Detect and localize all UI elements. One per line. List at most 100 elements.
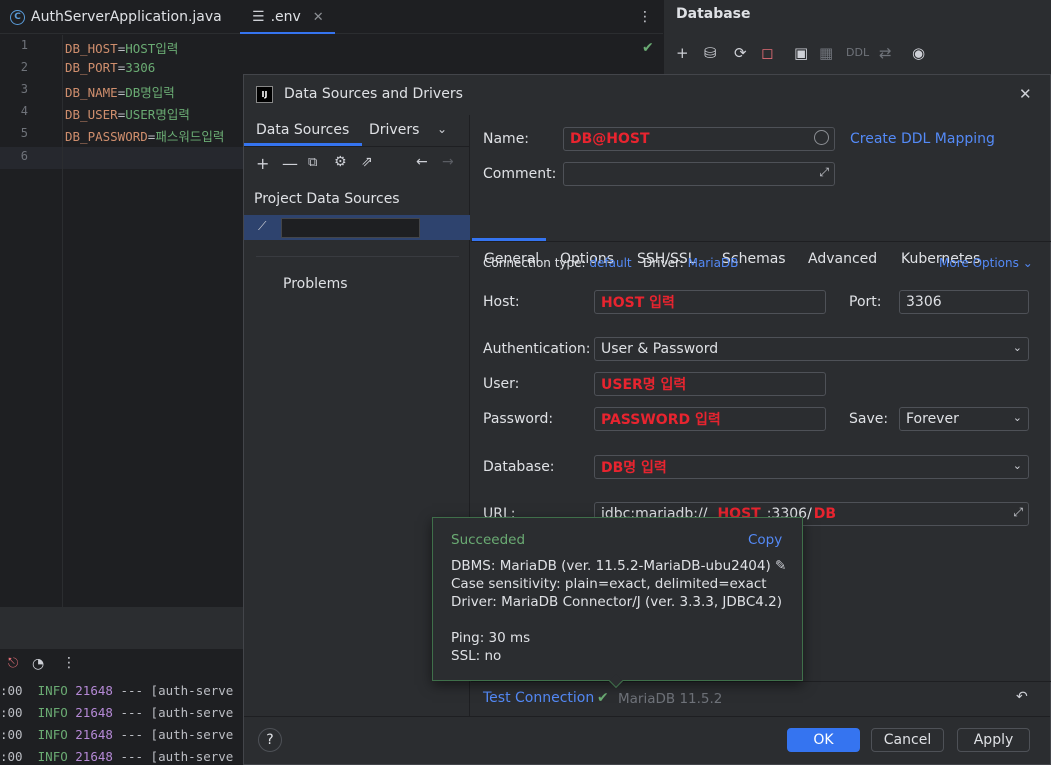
file-lines-icon: ☰ (252, 9, 265, 25)
data-source-name-input[interactable] (281, 218, 420, 238)
database-icon[interactable]: ⛁ (704, 44, 717, 62)
name-label: Name: (483, 131, 530, 147)
code-line: DB_NAME=DB명입력 (65, 85, 175, 100)
selected-data-source[interactable]: ⟋ (244, 215, 470, 240)
run-log: :00 INFO 21648 --- [auth-serve :00 INFO … (0, 683, 243, 765)
status-text: Succeeded (451, 532, 526, 548)
code-line: DB_USER=USER명입력 (65, 107, 190, 122)
test-result: MariaDB 11.5.2 (618, 691, 723, 707)
connection-type: Connection type: default (483, 256, 632, 270)
divider (244, 146, 470, 147)
code-line: DB_PORT=3306 (65, 60, 156, 75)
name-field[interactable]: DB@HOST (563, 127, 835, 151)
exit-icon[interactable]: ⎋ (8, 656, 18, 671)
check-icon: ✔ (597, 690, 609, 706)
tab-data-sources[interactable]: Data Sources (256, 122, 349, 138)
password-field[interactable]: PASSWORD 입력 (594, 407, 826, 431)
tab-label: AuthServerApplication.java (31, 9, 222, 25)
comment-field[interactable]: ⤢ (563, 162, 835, 186)
arrow-right-icon[interactable]: → (442, 154, 454, 170)
save-label: Save: (849, 411, 889, 427)
tab-env[interactable]: ☰ .env ✕ (252, 0, 324, 34)
user-field[interactable]: USER명 입력 (594, 372, 826, 396)
pencil-icon[interactable]: ✎ (771, 558, 786, 574)
check-icon: ✔ (642, 40, 654, 56)
driver-line: Driver: MariaDB Connector/J (ver. 3.3.3,… (451, 594, 782, 610)
line-number: 3 (20, 82, 28, 96)
more-icon[interactable]: ⋮ (638, 0, 652, 34)
class-icon: C (10, 9, 25, 25)
database-panel: Database + ⛁ ⟳ ◻ ▣ ▦ DDL ⇄ ◉ (664, 0, 1051, 75)
cancel-button[interactable]: Cancel (871, 728, 944, 752)
editor-tab-bar: C AuthServerApplication.java ☰ .env ✕ ⋮ (0, 0, 663, 34)
host-field[interactable]: HOST 입력 (594, 290, 826, 314)
connection-success-popup: Succeeded Copy DBMS: MariaDB (ver. 11.5.… (432, 517, 803, 689)
case-sensitivity-line: Case sensitivity: plain=exact, delimited… (451, 576, 767, 592)
expand-icon[interactable]: ⤢ (819, 165, 829, 180)
chevron-down-icon[interactable]: ⌄ (437, 122, 447, 136)
arrow-left-icon[interactable]: ← (416, 154, 428, 170)
more-options-link[interactable]: More Options ⌄ (939, 256, 1033, 270)
duplicate-icon[interactable]: ⧉ (308, 155, 317, 170)
code-line: DB_PASSWORD=패스워드입력 (65, 129, 225, 144)
line-number: 2 (20, 60, 28, 74)
eye-icon[interactable]: ◉ (912, 44, 925, 62)
mariadb-icon: ⟋ (258, 219, 267, 233)
line-number: 4 (20, 104, 28, 118)
add-icon[interactable]: + (256, 154, 269, 173)
run-panel-header (0, 607, 243, 649)
close-icon[interactable]: ✕ (1019, 85, 1032, 103)
gauge-icon[interactable]: ◔ (32, 656, 44, 672)
stop-icon[interactable]: ◻ (761, 44, 773, 62)
jump-icon[interactable]: ⇄ (879, 44, 892, 62)
ok-button[interactable]: OK (787, 728, 860, 752)
database-field[interactable]: DB명 입력 ⌄ (594, 455, 1029, 479)
tab-auth-server-application[interactable]: C AuthServerApplication.java (10, 0, 222, 34)
panel-title: Database (676, 6, 751, 22)
log-line: :00 INFO 21648 --- [auth-serve (0, 749, 234, 764)
divider (256, 256, 459, 257)
chevron-down-icon: ⌄ (1012, 411, 1022, 424)
dialog-title-bar: IJ Data Sources and Drivers ✕ (244, 75, 1050, 115)
port-field[interactable]: 3306 (899, 290, 1029, 314)
gear-icon[interactable]: ⚙ (334, 154, 347, 170)
authentication-select[interactable]: User & Password ⌄ (594, 337, 1029, 361)
refresh-icon[interactable]: ⟳ (734, 44, 747, 62)
open-external-icon[interactable]: ⇗ (361, 154, 373, 170)
driver-link[interactable]: MariaDB (688, 256, 739, 270)
tab-label: .env (270, 9, 301, 25)
table-icon[interactable]: ▦ (819, 44, 833, 62)
tab-drivers[interactable]: Drivers (369, 122, 419, 138)
tab-advanced[interactable]: Advanced (808, 251, 877, 267)
close-tab-icon[interactable]: ✕ (313, 10, 324, 25)
help-button[interactable]: ? (258, 728, 282, 752)
console-icon[interactable]: ▣ (794, 44, 808, 62)
create-ddl-mapping-link[interactable]: Create DDL Mapping (850, 131, 995, 147)
authentication-label: Authentication: (483, 341, 591, 357)
ping-line: Ping: 30 ms (451, 630, 531, 646)
color-picker-icon[interactable] (814, 130, 829, 145)
active-tab-indicator (240, 32, 335, 34)
undo-icon[interactable]: ↶ (1016, 689, 1028, 705)
dialog-title: Data Sources and Drivers (284, 86, 463, 102)
remove-icon[interactable]: — (282, 154, 298, 173)
add-icon[interactable]: + (676, 44, 689, 62)
comment-label: Comment: (483, 166, 557, 182)
line-number: 1 (20, 38, 28, 52)
user-label: User: (483, 376, 520, 392)
more-icon[interactable]: ⋮ (62, 655, 76, 671)
project-data-sources-label: Project Data Sources (254, 191, 400, 207)
apply-button[interactable]: Apply (957, 728, 1030, 752)
save-select[interactable]: Forever ⌄ (899, 407, 1029, 431)
test-connection-link[interactable]: Test Connection (483, 690, 594, 706)
connection-type-link[interactable]: default (589, 256, 631, 270)
ddl-button[interactable]: DDL (846, 46, 869, 59)
host-label: Host: (483, 294, 520, 310)
line-number: 5 (20, 126, 28, 140)
problems-item[interactable]: Problems (283, 276, 348, 292)
expand-icon[interactable]: ⤢ (1013, 505, 1023, 520)
line-number: 6 (20, 149, 28, 163)
intellij-logo-icon: IJ (256, 86, 273, 103)
dialog-button-bar: ? OK Cancel Apply (244, 716, 1050, 765)
copy-link[interactable]: Copy (748, 532, 782, 548)
